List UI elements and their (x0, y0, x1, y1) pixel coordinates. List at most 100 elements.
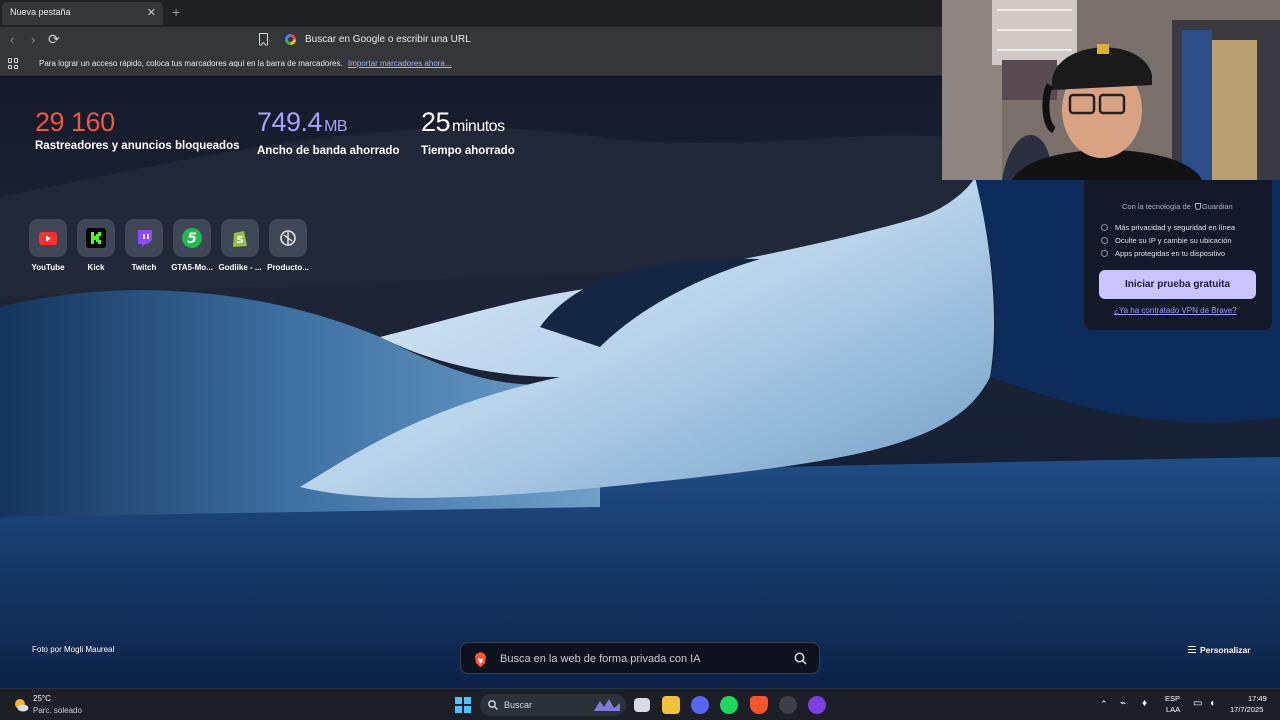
shortcut-tile (269, 219, 307, 257)
import-bookmarks-link[interactable]: Importar marcadores ahora... (348, 59, 452, 68)
check-icon (1101, 224, 1108, 231)
tab-title: Nueva pestaña (10, 7, 71, 17)
shortcut-godlike[interactable]: S Godlike - ... (216, 219, 264, 272)
stat-time: 25 minutos Tiempo ahorrado (421, 107, 515, 157)
customize-label: Personalizar (1200, 645, 1251, 655)
shortcut-tile (29, 219, 67, 257)
check-icon (1101, 250, 1108, 257)
shortcut-label: Producto... (267, 263, 309, 272)
bookmarks-hint: Para lograr un acceso rápido, coloca tus… (39, 59, 452, 68)
start-free-trial-button[interactable]: Iniciar prueba gratuita (1099, 270, 1256, 299)
brave-browser-icon[interactable] (750, 696, 768, 714)
address-bar[interactable]: Buscar en Google o escribir una URL (305, 34, 471, 45)
microphone-icon[interactable]: ♦ (1142, 698, 1147, 709)
file-explorer-icon[interactable] (662, 696, 680, 714)
shortcut-kick[interactable]: Kick (72, 219, 120, 272)
chevron-up-icon[interactable]: ⌃ (1100, 699, 1108, 710)
ai-search-placeholder: Busca en la web de forma privada con IA (500, 653, 701, 665)
stat-trackers-value: 29 160 (35, 107, 240, 137)
keyboard-layout[interactable]: LAA (1166, 705, 1180, 714)
display-icon[interactable]: ▭ (1193, 698, 1202, 709)
shortcut-gta5-mods[interactable]: 5 GTA5-Mo... (168, 219, 216, 272)
spotify-icon[interactable] (720, 696, 738, 714)
steam-icon[interactable] (779, 696, 797, 714)
gta5-mods-icon: 5 (182, 228, 202, 248)
photo-credit[interactable]: Foto por Mogli Maureal (32, 645, 114, 654)
trackers-count: 29 160 (35, 107, 115, 137)
vpn-feature: Más privacidad y seguridad en línea (1101, 223, 1235, 232)
feature-text: Apps protegidas en tu dispositivo (1115, 249, 1226, 258)
svg-text:5: 5 (187, 231, 197, 247)
google-icon (285, 34, 296, 45)
shortcut-tile: 5 (173, 219, 211, 257)
check-icon (1101, 237, 1108, 244)
product-icon (280, 230, 296, 246)
shopify-icon: S (233, 231, 247, 247)
youtube-icon (39, 231, 57, 245)
shortcut-tile (77, 219, 115, 257)
reload-icon[interactable]: ⟳ (48, 31, 60, 48)
tab-new-tab[interactable]: Nueva pestaña ✕ (2, 2, 163, 25)
shortcut-youtube[interactable]: YouTube (24, 219, 72, 272)
task-view-icon[interactable] (634, 698, 650, 712)
app-icon[interactable] (808, 696, 826, 714)
vpn-promo-panel: Con la tecnología de Guardian Más privaci… (1084, 180, 1272, 330)
language-indicator[interactable]: ESP (1165, 694, 1180, 703)
shortcut-label: Twitch (131, 263, 157, 272)
stat-trackers-label: Rastreadores y anuncios bloqueados (35, 140, 240, 152)
shortcut-tile (125, 219, 163, 257)
search-highlight-icon (594, 699, 620, 711)
search-icon[interactable] (794, 652, 807, 665)
stat-time-label: Tiempo ahorrado (421, 145, 515, 157)
stat-bandwidth: 749.4 MB Ancho de banda ahorrado (257, 107, 400, 157)
partner-name: Guardian (1201, 202, 1233, 211)
shortcut-label: YouTube (31, 263, 65, 272)
close-icon[interactable]: ✕ (147, 6, 156, 19)
windows-start-icon[interactable] (455, 697, 471, 713)
shortcut-twitch[interactable]: Twitch (120, 219, 168, 272)
shortcut-label: Kick (87, 263, 105, 272)
clock-time[interactable]: 17:49 (1248, 694, 1267, 703)
bandwidth-unit: MB (324, 118, 348, 135)
stat-trackers: 29 160 Rastreadores y anuncios bloqueado… (35, 107, 240, 152)
shortcut-tile: S (221, 219, 259, 257)
svg-text:S: S (236, 235, 243, 246)
customize-button[interactable]: Personalizar (1188, 645, 1251, 655)
feature-text: Más privacidad y seguridad en línea (1115, 223, 1236, 232)
forward-icon[interactable]: › (31, 32, 35, 47)
time-amount: 25 (421, 107, 451, 137)
weather-temperature[interactable]: 25°C (33, 694, 51, 703)
discord-icon[interactable] (691, 696, 709, 714)
taskbar: 25°C Parc. soleado Buscar ⌃ ⌁ ♦ ESP LAA … (0, 688, 1280, 720)
taskbar-search-label: Buscar (504, 700, 533, 710)
volume-icon[interactable]: ◖ (1209, 698, 1215, 709)
search-icon (488, 700, 498, 710)
kick-icon (86, 228, 106, 248)
back-icon[interactable]: ‹ (10, 32, 14, 47)
webcam-overlay (942, 0, 1280, 180)
clock-date[interactable]: 17/7/2025 (1230, 705, 1263, 714)
partly-sunny-icon (15, 699, 29, 712)
network-icon[interactable]: ⌁ (1120, 698, 1126, 709)
bookmarks-message: Para lograr un acceso rápido, coloca tus… (39, 59, 343, 68)
stat-bandwidth-label: Ancho de banda ahorrado (257, 145, 400, 157)
already-have-vpn-link[interactable]: ¿Ya ha contratado VPN de Brave? (1114, 306, 1237, 315)
shortcut-product[interactable]: Producto... (264, 219, 312, 272)
powered-by-text: Con la tecnología de (1122, 202, 1191, 211)
vpn-feature: Apps protegidas en tu dispositivo (1101, 249, 1225, 258)
new-tab-icon[interactable]: + (172, 4, 180, 20)
feature-text: Oculte su IP y cambie su ubicación (1115, 236, 1232, 245)
brave-icon (475, 652, 486, 667)
ai-search-box[interactable]: Busca en la web de forma privada con IA (460, 642, 820, 674)
taskbar-search[interactable]: Buscar (480, 694, 626, 716)
weather-description[interactable]: Parc. soleado (33, 706, 82, 715)
vpn-powered-by: Con la tecnología de Guardian (1122, 202, 1233, 211)
guardian-shield-icon (1194, 203, 1201, 210)
shortcut-label: GTA5-Mo... (171, 263, 213, 272)
twitch-icon (138, 230, 152, 247)
vpn-feature: Oculte su IP y cambie su ubicación (1101, 236, 1232, 245)
time-unit: minutos (452, 118, 505, 135)
bandwidth-amount: 749.4 (257, 107, 323, 137)
apps-grid-icon[interactable] (8, 58, 19, 69)
bookmark-icon[interactable] (259, 33, 268, 45)
